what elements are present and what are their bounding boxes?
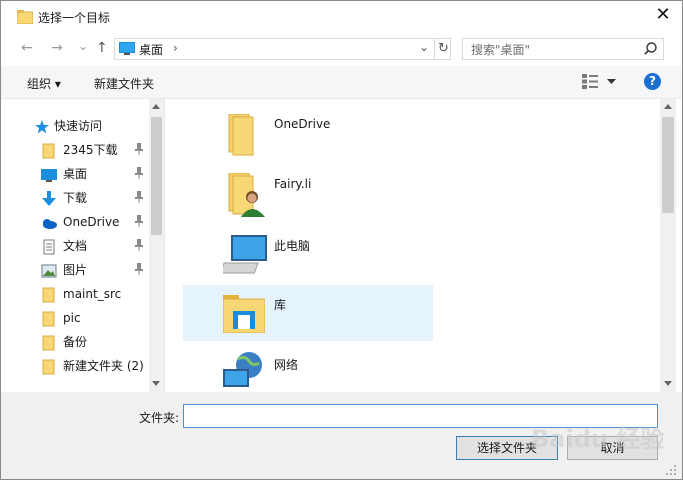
star-icon [35,120,49,134]
sidebar-item-label: 新建文件夹 (2) [63,359,144,373]
sidebar-item[interactable]: 新建文件夹 (2) [41,355,144,377]
selection-highlight [183,285,433,341]
sidebar-item[interactable]: 图片 [41,259,87,281]
sidebar-item[interactable]: OneDrive [41,211,119,233]
view-dropdown-icon[interactable] [607,79,616,85]
sidebar-item[interactable]: maint_src [41,283,121,305]
content-item-this-pc[interactable]: 此电脑 [274,237,310,254]
pin-icon[interactable] [134,263,144,278]
sidebar-item-label: maint_src [63,287,122,301]
content-item-fairy[interactable]: Fairy.li [274,177,311,191]
window-title: 选择一个目标 [38,11,111,25]
select-folder-button[interactable]: 选择文件夹 [456,436,558,460]
desktop-icon [41,167,57,183]
resize-grip-icon[interactable] [664,463,678,477]
refresh-button[interactable]: ↻ [434,39,452,59]
breadcrumb-separator-icon[interactable]: › [173,41,178,55]
search-icon[interactable] [644,42,657,55]
nav-scroll-thumb[interactable] [151,117,162,235]
content-item-onedrive[interactable]: OneDrive [274,117,330,131]
cloud-icon [41,215,57,231]
organize-menu[interactable]: 组织 ▾ [27,75,61,92]
sidebar-item[interactable]: pic [41,307,81,329]
sidebar-item[interactable]: 备份 [41,331,87,353]
folder-icon [41,287,57,303]
history-dropdown-icon[interactable]: ⌄ [78,39,88,53]
cancel-button[interactable]: 取消 [567,436,658,460]
quick-access-label[interactable]: 快速访问 [54,115,102,137]
up-button[interactable]: ↑ [96,40,108,56]
content-item-network[interactable]: 网络 [274,356,298,373]
content-item-library[interactable]: 库 [274,296,286,313]
folder-label: 文件夹: [139,411,180,425]
folder-icon [17,10,33,24]
forward-button[interactable]: → [51,40,63,56]
sidebar-item-label: pic [63,311,81,325]
folder-input[interactable] [183,404,658,428]
pin-icon[interactable] [134,215,144,230]
sidebar-item-label: OneDrive [63,215,120,229]
sidebar-item-label: 文档 [63,239,88,253]
address-location[interactable]: 桌面 [139,41,163,58]
pin-icon[interactable] [134,239,144,254]
scroll-down-icon[interactable] [664,381,672,386]
address-box[interactable] [114,38,451,60]
folder-icon [41,143,57,159]
network-icon[interactable] [223,351,267,392]
back-button[interactable]: ← [21,40,33,56]
scroll-up-icon[interactable] [664,104,672,109]
library-icon[interactable] [223,295,265,333]
folder-icon [41,311,57,327]
content-scroll-thumb[interactable] [662,117,674,213]
folder-icon [41,335,57,351]
picture-icon [41,263,57,279]
folder-icon[interactable] [223,114,257,156]
sidebar-item-label: 2345下载 [63,143,118,157]
file-dialog: 选择一个目标 ✕ ← → ⌄ ↑ 桌面 › ⌄ ↻ 搜索"桌面" 组织 ▾ 新建… [0,0,683,480]
address-dropdown-icon[interactable]: ⌄ [419,40,429,54]
sidebar-item[interactable]: 2345下载 [41,139,118,161]
help-button[interactable]: ? [644,73,661,90]
sidebar-item[interactable]: 桌面 [41,163,87,185]
pin-icon[interactable] [134,167,144,182]
view-options-icon[interactable] [582,74,598,89]
close-button[interactable]: ✕ [651,3,675,27]
computer-icon[interactable] [223,233,269,275]
pin-icon[interactable] [134,191,144,206]
document-icon [41,239,57,255]
sidebar-item-label: 备份 [63,335,88,349]
user-folder-icon[interactable] [225,173,267,217]
pin-icon[interactable] [134,143,144,158]
sidebar-item[interactable]: 下载 [41,187,87,209]
new-folder-button[interactable]: 新建文件夹 [94,75,154,92]
download-icon [41,190,57,207]
sidebar-item[interactable]: 文档 [41,235,87,257]
folder-icon [41,359,57,375]
scroll-down-icon[interactable] [152,381,160,386]
sidebar-item-label: 桌面 [63,167,88,181]
sidebar-item-label: 下载 [63,191,88,205]
desktop-icon [119,42,135,55]
search-placeholder: 搜索"桌面" [471,43,531,57]
sidebar-item-label: 图片 [63,263,88,277]
scroll-up-icon[interactable] [152,104,160,109]
